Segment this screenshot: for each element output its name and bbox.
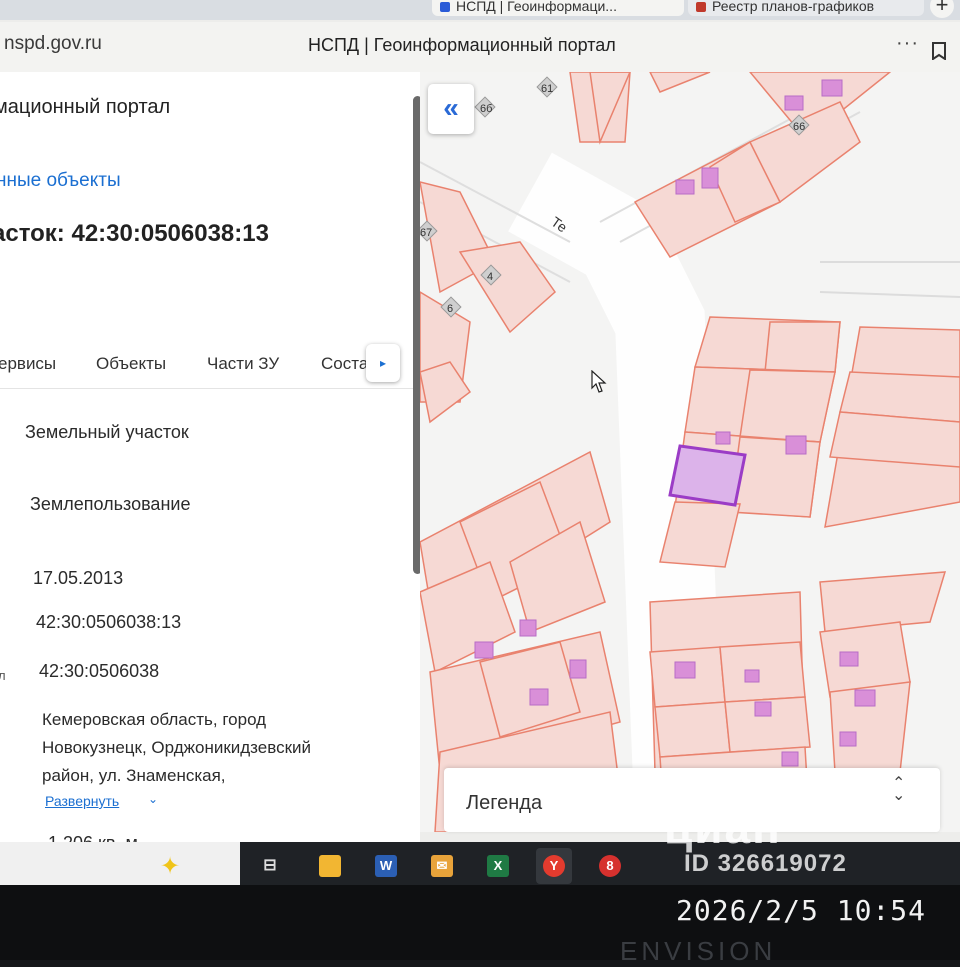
- selected-parcel[interactable]: [668, 444, 747, 507]
- legend-toggle-icon[interactable]: ⌃ ⌄: [892, 776, 905, 804]
- field-area: 1 206 кв. м: [48, 833, 138, 842]
- url-text[interactable]: nspd.gov.ru: [4, 33, 102, 55]
- info-panel: мационный портал нные объекты асток: 42:…: [0, 72, 420, 842]
- task-view-icon[interactable]: ⊟: [252, 848, 288, 884]
- tab-registry[interactable]: Реестр планов-графиков: [688, 0, 924, 16]
- taskbar-widget-area[interactable]: [0, 842, 240, 890]
- cian-watermark: циан: [664, 801, 782, 853]
- house-number-label: 6б: [480, 103, 492, 115]
- word-icon[interactable]: W: [368, 848, 404, 884]
- address-bar[interactable]: nspd.gov.ru НСПД | Геоинформационный пор…: [0, 22, 960, 73]
- browser-tab-strip: НСПД | Геоинформаци... Реестр планов-гра…: [0, 0, 960, 20]
- yandex-browser-icon[interactable]: Y: [536, 848, 572, 884]
- watermark-id: ID 326619072: [684, 850, 847, 877]
- house-number-label: 66: [793, 121, 805, 133]
- map-canvas[interactable]: 6б 61 66 67 4 6 Те: [420, 72, 960, 832]
- tab-services[interactable]: ервисы: [0, 354, 56, 374]
- chevron-down-icon[interactable]: ⌄: [148, 792, 158, 806]
- house-number-label: 67: [420, 227, 432, 239]
- mouse-cursor-icon: [591, 370, 607, 393]
- more-menu-button[interactable]: ···: [896, 32, 919, 55]
- portal-title: мационный портал: [0, 96, 171, 118]
- parcel-heading: асток: 42:30:0506038:13: [0, 220, 269, 247]
- screen: НСПД | Геоинформаци... Реестр планов-гра…: [0, 0, 960, 885]
- field-parcel-kind: Землепользование: [30, 494, 191, 514]
- field-label-quarter: л: [0, 668, 6, 683]
- site-favicon-icon: [440, 2, 450, 13]
- new-tab-button[interactable]: +: [930, 0, 954, 18]
- panel-tabs: ервисы Объекты Части ЗУ Соста: [0, 348, 420, 389]
- site-favicon-icon: [696, 2, 706, 13]
- monitor-brand: ENVISION: [620, 936, 777, 966]
- collapse-panel-button[interactable]: «: [428, 84, 474, 134]
- house-number-label: 61: [541, 83, 553, 95]
- field-cadastral-number[interactable]: 42:30:0506038:13: [36, 612, 181, 633]
- house-number-label: 4: [487, 271, 493, 283]
- house-number-label: 6: [447, 303, 453, 315]
- cadastral-map[interactable]: 6б 61 66 67 4 6 Те: [420, 72, 960, 832]
- field-object-type: Земельный участок: [25, 422, 189, 442]
- excel-icon[interactable]: X: [480, 848, 516, 884]
- field-address: Кемеровская область, город Новокузнецк, …: [42, 710, 312, 785]
- copilot-sparkle-icon[interactable]: ✦: [160, 852, 180, 881]
- tab-objects[interactable]: Объекты: [96, 354, 166, 374]
- expand-address-link[interactable]: Развернуть: [45, 793, 119, 809]
- field-cadastral-quarter[interactable]: 42:30:0506038: [39, 661, 159, 682]
- objects-link[interactable]: нные объекты: [0, 170, 121, 192]
- field-registration-date: 17.05.2013: [33, 568, 124, 588]
- file-explorer-icon[interactable]: [312, 848, 348, 884]
- odnoklassniki-icon[interactable]: 8: [592, 848, 628, 884]
- page-title: НСПД | Геоинформационный портал: [308, 35, 616, 55]
- tab-parcel-parts[interactable]: Части ЗУ: [207, 354, 279, 374]
- tab-nspd[interactable]: НСПД | Геоинформаци...: [432, 0, 684, 16]
- photo-timestamp: 2026/2/5 10:54: [676, 894, 927, 927]
- mail-icon[interactable]: ✉: [424, 848, 460, 884]
- legend-label: Легенда: [466, 792, 543, 814]
- tabs-scroll-right-button[interactable]: ▸: [366, 344, 400, 382]
- tab-composition[interactable]: Соста: [321, 354, 368, 374]
- bookmark-icon[interactable]: [931, 42, 947, 65]
